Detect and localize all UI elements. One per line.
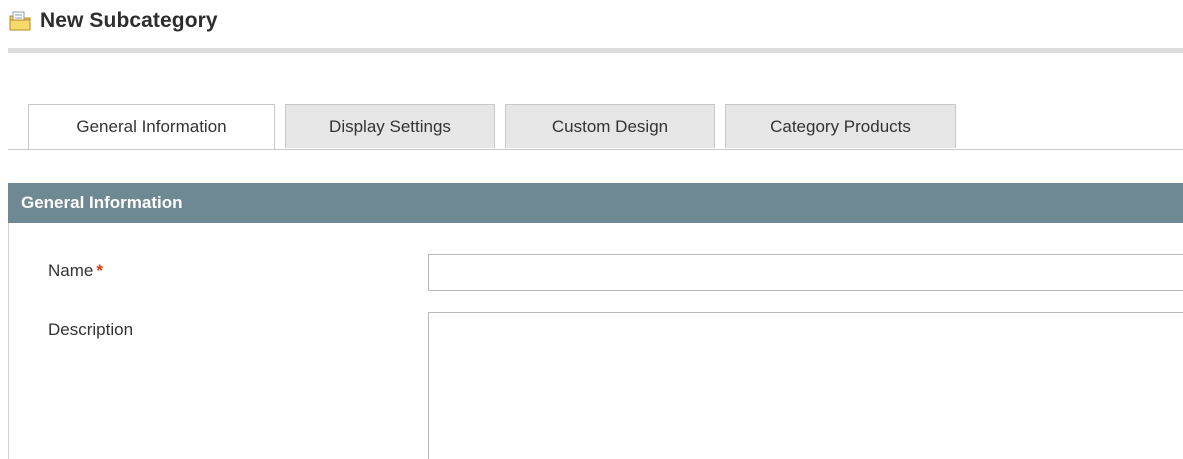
header-divider	[8, 48, 1183, 53]
tab-label: Custom Design	[551, 116, 669, 136]
description-textarea[interactable]	[428, 312, 1183, 459]
section-header: General Information	[8, 183, 1183, 223]
tab-bar: General Information Display Settings Cus…	[8, 104, 1183, 150]
tab-category-products[interactable]: Category Products	[725, 104, 956, 148]
tab-display-settings[interactable]: Display Settings	[285, 104, 495, 148]
tab-label: General Information	[76, 117, 227, 136]
page-header: New Subcategory	[8, 8, 218, 34]
section-title: General Information	[21, 193, 183, 212]
tab-general-information[interactable]: General Information	[28, 104, 275, 149]
description-label: Description	[48, 320, 133, 340]
description-label-text: Description	[48, 320, 134, 339]
folder-icon	[8, 8, 34, 34]
page: New Subcategory General Information Disp…	[0, 0, 1183, 459]
name-label: Name *	[48, 261, 103, 281]
name-input[interactable]	[428, 254, 1183, 291]
page-title: New Subcategory	[40, 9, 218, 32]
tab-custom-design[interactable]: Custom Design	[505, 104, 715, 148]
tab-label: Display Settings	[329, 116, 451, 136]
tab-label: Category Products	[770, 116, 911, 136]
name-label-text: Name	[48, 261, 94, 280]
required-mark: *	[96, 261, 103, 280]
